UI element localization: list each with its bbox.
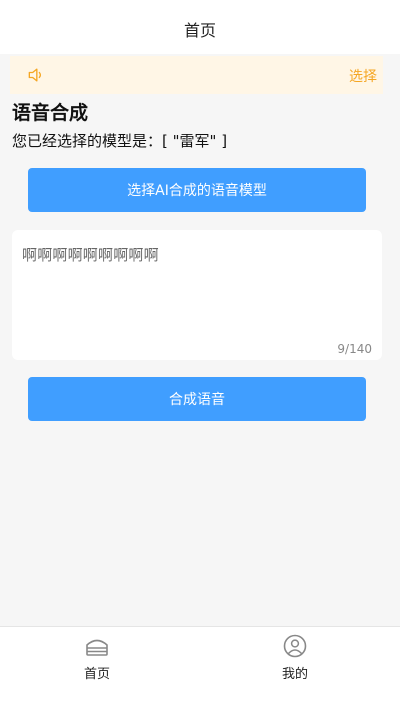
tab-home-label: 首页 [83, 667, 110, 682]
page-title: 首页 [183, 21, 216, 40]
text-input-value: 啊啊啊啊啊啊啊啊啊 [22, 246, 159, 264]
volume-icon [28, 68, 42, 82]
tab-profile[interactable]: 我的 [255, 633, 335, 682]
tab-home[interactable]: 首页 [57, 633, 137, 682]
app-page: 首页 选择 语音合成 您已经选择的模型是：[ "雷军" ] 选择AI合成的语音模… [0, 0, 400, 715]
selected-model-text: 您已经选择的模型是：[ "雷军" ] [12, 132, 228, 150]
tab-profile-label: 我的 [281, 667, 308, 682]
notice-bar[interactable]: 选择 [10, 56, 383, 94]
select-voice-model-button[interactable]: 选择AI合成的语音模型 [28, 168, 366, 212]
select-voice-model-label: 选择AI合成的语音模型 [127, 183, 267, 199]
bottom-tab-bar: 首页 我的 [0, 626, 400, 715]
top-nav-bar: 首页 [0, 0, 400, 54]
home-icon [86, 639, 108, 656]
section-heading: 语音合成 [12, 102, 89, 124]
text-input-area[interactable]: 啊啊啊啊啊啊啊啊啊 9/140 [12, 230, 382, 360]
synthesize-speech-button[interactable]: 合成语音 [28, 377, 366, 421]
profile-icon [283, 634, 307, 658]
synthesize-speech-label: 合成语音 [169, 392, 225, 408]
character-counter: 9/140 [337, 342, 372, 356]
notice-text: 选择 [349, 69, 377, 85]
